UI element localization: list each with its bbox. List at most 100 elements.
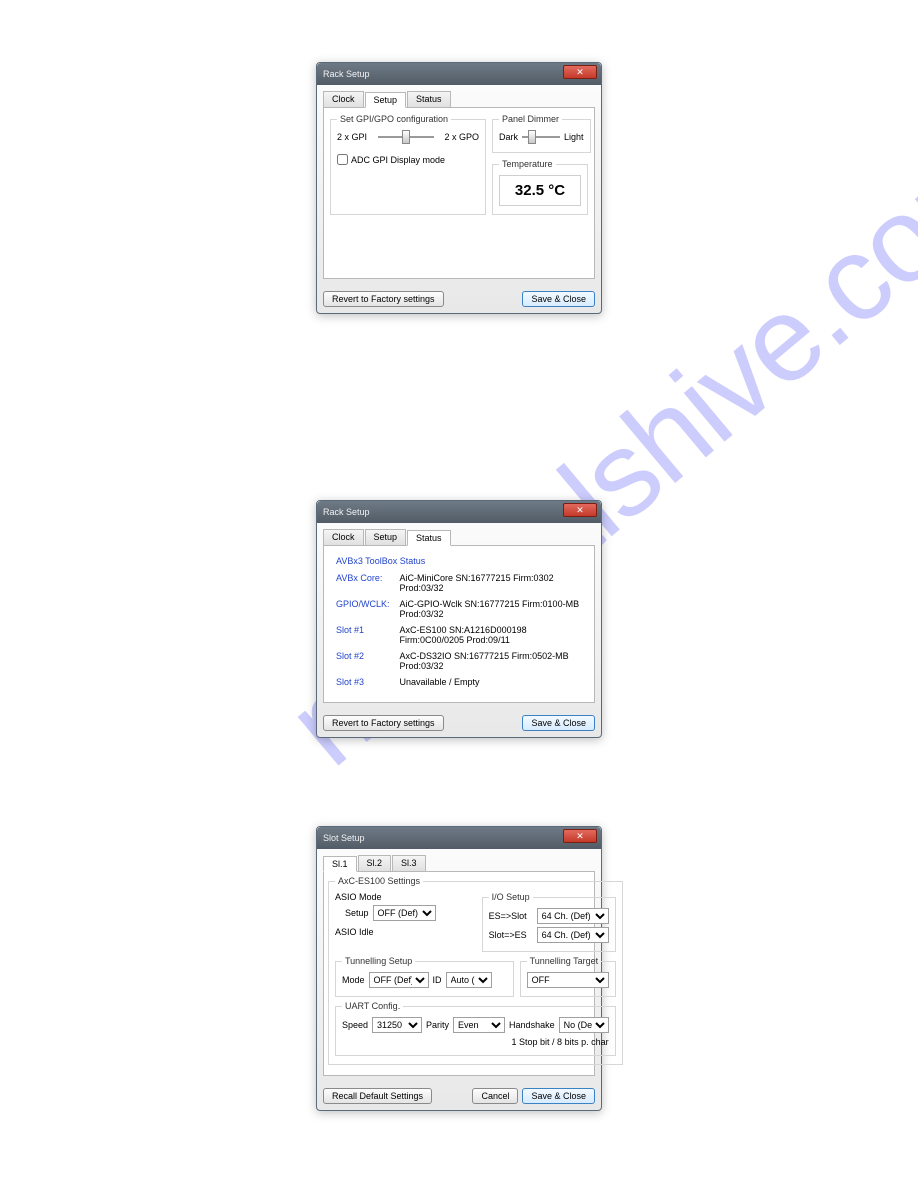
io-setup-group: I/O Setup ES=>Slot 64 Ch. (Def) Slot=>ES… — [482, 892, 616, 952]
status-row-label: Slot #3 — [332, 675, 394, 689]
titlebar: Slot Setup ✕ — [317, 827, 601, 849]
temperature-value: 32.5 °C — [499, 175, 581, 206]
asio-idle-label: ASIO Idle — [335, 927, 476, 937]
uart-note: 1 Stop bit / 8 bits p. char — [342, 1037, 609, 1047]
status-row-value: AxC-DS32IO SN:16777215 Firm:0502-MB Prod… — [396, 649, 586, 673]
dimmer-slider[interactable] — [522, 130, 560, 144]
close-icon: ✕ — [576, 67, 584, 78]
close-button[interactable]: ✕ — [563, 65, 597, 79]
mode-select[interactable]: OFF (Def) — [369, 972, 429, 988]
gpi-gpo-group: Set GPI/GPO configuration 2 x GPI 2 x GP… — [330, 114, 486, 215]
status-row-value: AiC-GPIO-Wclk SN:16777215 Firm:0100-MB P… — [396, 597, 586, 621]
save-close-button[interactable]: Save & Close — [522, 715, 595, 731]
id-label: ID — [433, 975, 442, 985]
temperature-legend: Temperature — [499, 159, 556, 169]
speed-select[interactable]: 31250 — [372, 1017, 422, 1033]
save-close-button[interactable]: Save & Close — [522, 291, 595, 307]
titlebar: Rack Setup ✕ — [317, 63, 601, 85]
mode-label: Mode — [342, 975, 365, 985]
status-row-label: Slot #1 — [332, 623, 394, 647]
status-row-value: AxC-ES100 SN:A1216D000198 Firm:0C00/0205… — [396, 623, 586, 647]
close-button[interactable]: ✕ — [563, 503, 597, 517]
asio-mode-label: ASIO Mode — [335, 892, 476, 902]
settings-legend: AxC-ES100 Settings — [335, 876, 423, 886]
status-head: AVBx3 ToolBox Status — [332, 554, 586, 569]
status-row-label: AVBx Core: — [332, 571, 394, 595]
bottombar: Recall Default Settings Cancel Save & Cl… — [317, 1082, 601, 1110]
parity-label: Parity — [426, 1020, 449, 1030]
tab-body: Set GPI/GPO configuration 2 x GPI 2 x GP… — [323, 107, 595, 279]
hand-label: Handshake — [509, 1020, 555, 1030]
slot-es-select[interactable]: 64 Ch. (Def) — [537, 927, 609, 943]
tab-status[interactable]: Status — [407, 530, 451, 546]
speed-label: Speed — [342, 1020, 368, 1030]
titlebar: Rack Setup ✕ — [317, 501, 601, 523]
panel-dimmer-group: Panel Dimmer Dark Light — [492, 114, 591, 153]
parity-select[interactable]: Even — [453, 1017, 505, 1033]
adc-gpi-checkbox[interactable] — [337, 154, 348, 165]
es-slot-select[interactable]: 64 Ch. (Def) — [537, 908, 609, 924]
dimmer-dark: Dark — [499, 132, 518, 142]
close-button[interactable]: ✕ — [563, 829, 597, 843]
uart-group: UART Config. Speed 31250 Parity Even Han… — [335, 1001, 616, 1056]
tab-setup[interactable]: Setup — [365, 92, 407, 108]
tab-sl1[interactable]: Sl.1 — [323, 856, 357, 872]
tab-body: AxC-ES100 Settings ASIO Mode Setup OFF (… — [323, 871, 595, 1076]
rack-setup-dialog-setup: Rack Setup ✕ Clock Setup Status Set GPI/… — [316, 62, 602, 314]
status-table: AVBx3 ToolBox Status AVBx Core:AiC-MiniC… — [330, 552, 588, 691]
close-icon: ✕ — [576, 505, 584, 516]
window-title: Rack Setup — [323, 69, 370, 79]
panel-dimmer-legend: Panel Dimmer — [499, 114, 562, 124]
status-row-value: AiC-MiniCore SN:16777215 Firm:0302 Prod:… — [396, 571, 586, 595]
dimmer-light: Light — [564, 132, 584, 142]
revert-button[interactable]: Revert to Factory settings — [323, 715, 444, 731]
slot-setup-dialog: Slot Setup ✕ Sl.1 Sl.2 Sl.3 AxC-ES100 Se… — [316, 826, 602, 1111]
window-title: Rack Setup — [323, 507, 370, 517]
revert-button[interactable]: Revert to Factory settings — [323, 291, 444, 307]
gpi-gpo-row: 2 x GPI 2 x GPO — [337, 130, 479, 144]
save-close-button[interactable]: Save & Close — [522, 1088, 595, 1104]
close-icon: ✕ — [576, 831, 584, 842]
tab-status[interactable]: Status — [407, 91, 451, 107]
gpi-gpo-slider[interactable] — [378, 130, 434, 144]
dimmer-row: Dark Light — [499, 130, 584, 144]
status-row-label: Slot #2 — [332, 649, 394, 673]
adc-gpi-checkbox-row: ADC GPI Display mode — [337, 154, 479, 165]
id-select[interactable]: Auto (D — [446, 972, 492, 988]
status-row-label: GPIO/WCLK: — [332, 597, 394, 621]
tab-body: AVBx3 ToolBox Status AVBx Core:AiC-MiniC… — [323, 545, 595, 703]
window-title: Slot Setup — [323, 833, 365, 843]
target-select[interactable]: OFF — [527, 972, 609, 988]
es-slot-label: ES=>Slot — [489, 911, 533, 921]
settings-group: AxC-ES100 Settings ASIO Mode Setup OFF (… — [328, 876, 623, 1065]
tunnelling-setup-group: Tunnelling Setup Mode OFF (Def) ID Auto … — [335, 956, 514, 997]
uart-legend: UART Config. — [342, 1001, 403, 1011]
tab-sl2[interactable]: Sl.2 — [358, 855, 392, 871]
tab-setup[interactable]: Setup — [365, 529, 407, 545]
setup-label: Setup — [345, 908, 369, 918]
gpi-label: 2 x GPI — [337, 132, 367, 142]
bottombar: Revert to Factory settings Save & Close — [317, 285, 601, 313]
tabbar: Clock Setup Status — [323, 91, 595, 107]
cancel-button[interactable]: Cancel — [472, 1088, 518, 1104]
tab-clock[interactable]: Clock — [323, 91, 364, 107]
tun-setup-legend: Tunnelling Setup — [342, 956, 415, 966]
gpi-gpo-legend: Set GPI/GPO configuration — [337, 114, 451, 124]
slot-es-label: Slot=>ES — [489, 930, 533, 940]
adc-gpi-label: ADC GPI Display mode — [351, 155, 445, 165]
tun-target-legend: Tunnelling Target — [527, 956, 602, 966]
io-legend: I/O Setup — [489, 892, 533, 902]
tabbar: Clock Setup Status — [323, 529, 595, 545]
rack-setup-dialog-status: Rack Setup ✕ Clock Setup Status AVBx3 To… — [316, 500, 602, 738]
tabbar: Sl.1 Sl.2 Sl.3 — [323, 855, 595, 871]
gpo-label: 2 x GPO — [444, 132, 479, 142]
hand-select[interactable]: No (Def) — [559, 1017, 609, 1033]
temperature-group: Temperature 32.5 °C — [492, 159, 588, 215]
recall-button[interactable]: Recall Default Settings — [323, 1088, 432, 1104]
tab-clock[interactable]: Clock — [323, 529, 364, 545]
tab-sl3[interactable]: Sl.3 — [392, 855, 426, 871]
tunnelling-target-group: Tunnelling Target OFF — [520, 956, 616, 997]
bottombar: Revert to Factory settings Save & Close — [317, 709, 601, 737]
setup-select[interactable]: OFF (Def) — [373, 905, 436, 921]
status-row-value: Unavailable / Empty — [396, 675, 586, 689]
